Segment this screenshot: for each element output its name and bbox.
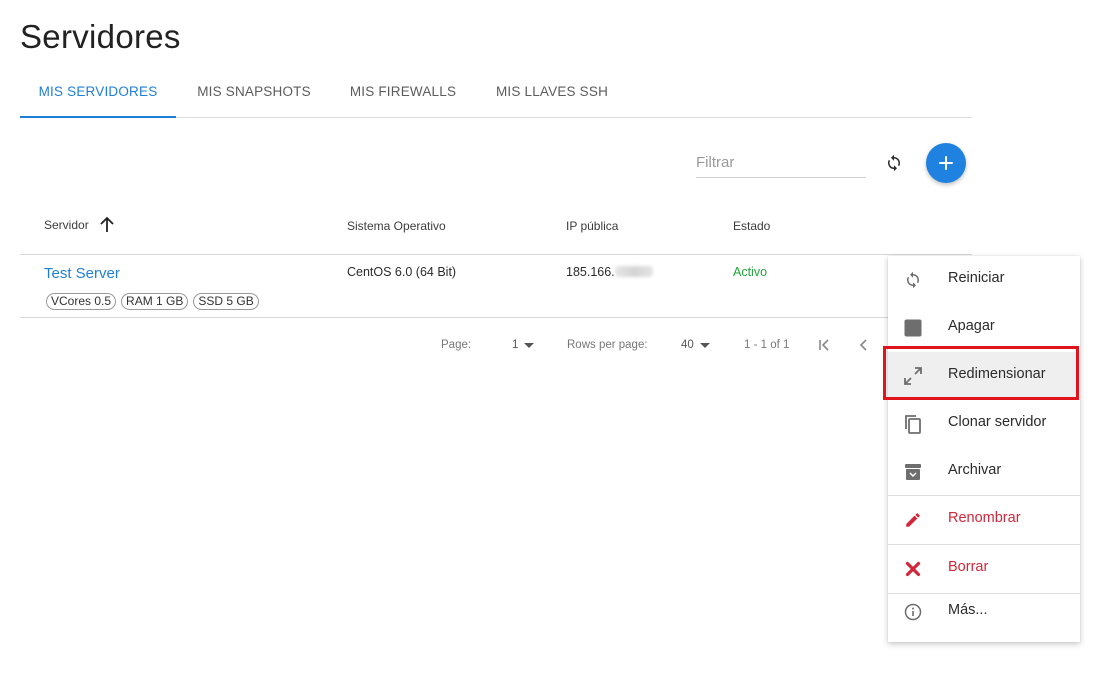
tab-mis-llaves-ssh[interactable]: MIS LLAVES SSH [488,72,616,116]
menu-item-archivar[interactable]: Archivar [888,448,1080,496]
table-header-divider [20,254,972,255]
chip-ram: RAM 1 GB [121,293,189,310]
info-icon [902,601,924,623]
chip-vcores: VCores 0.5 [46,293,117,310]
tab-bar: MIS SERVIDORES MIS SNAPSHOTS MIS FIREWAL… [20,72,972,118]
server-os: CentOS 6.0 (64 Bit) [347,265,457,279]
resize-icon [902,365,924,387]
column-header-server-label: Servidor [44,218,89,232]
tab-mis-snapshots[interactable]: MIS SNAPSHOTS [188,72,320,116]
menu-item-redimensionar[interactable]: Redimensionar [888,352,1080,400]
caret-down-icon [699,342,710,348]
menu-item-renombrar[interactable]: Renombrar [888,496,1080,544]
page-title: Servidores [20,18,181,55]
pagination-range: 1 - 1 of 1 [744,339,790,351]
chip-ssd: SSD 5 GB [193,293,259,310]
stop-icon [902,317,924,339]
column-header-os[interactable]: Sistema Operativo [347,219,446,233]
server-actions-menu: Reiniciar Apagar Redimensionar Clonar se… [888,256,1080,642]
plus-icon [939,156,953,170]
tab-mis-firewalls[interactable]: MIS FIREWALLS [342,72,464,116]
column-header-ip[interactable]: IP pública [566,219,618,233]
server-spec-chips: VCores 0.5 RAM 1 GB SSD 5 GB [46,293,259,310]
menu-item-reiniciar[interactable]: Reiniciar [888,256,1080,304]
page-select[interactable]: 1 [512,339,535,351]
chevron-left-icon [859,339,867,351]
server-ip-visible: 185.166. [566,265,615,279]
rows-per-page-value: 40 [681,339,694,351]
caret-down-icon [524,342,535,348]
menu-item-label: Reiniciar [948,270,1005,286]
table-row-divider [20,317,888,318]
restart-icon [902,269,924,291]
menu-item-apagar[interactable]: Apagar [888,304,1080,352]
refresh-button[interactable] [880,149,908,177]
filter-input[interactable] [696,148,866,178]
menu-item-label: Archivar [948,462,1002,478]
menu-item-label: Clonar servidor [948,414,1047,430]
archive-icon [902,461,924,483]
arrow-up-icon [100,216,114,232]
menu-item-mas[interactable]: Más... [888,588,1080,636]
copy-icon [902,413,924,435]
previous-page-button[interactable] [856,337,872,358]
page-select-value: 1 [512,339,519,351]
menu-item-clonar-servidor[interactable]: Clonar servidor [888,400,1080,448]
add-server-button[interactable] [926,143,966,183]
rows-per-page-label: Rows per page: [567,339,648,351]
menu-item-label: Borrar [948,559,989,575]
server-name-link[interactable]: Test Server [44,265,120,282]
rows-per-page-select[interactable]: 40 [681,339,710,351]
column-header-status[interactable]: Estado [733,219,770,233]
pencil-icon [902,509,924,531]
column-header-server[interactable]: Servidor [44,216,115,234]
first-page-button[interactable] [816,337,832,358]
page-label: Page: [441,339,472,351]
menu-item-label: Renombrar [948,510,1021,526]
tab-mis-servidores[interactable]: MIS SERVIDORES [20,72,176,118]
status-badge: Activo [733,265,768,279]
refresh-icon [888,154,900,172]
server-ip: 185.166. [566,265,653,279]
menu-item-label: Más... [948,602,988,618]
menu-item-label: Redimensionar [948,366,1046,382]
delete-x-icon [902,558,924,580]
menu-item-borrar[interactable]: Borrar [888,545,1080,593]
first-page-icon [819,339,829,351]
menu-item-label: Apagar [948,318,995,334]
ip-redacted [614,266,653,277]
